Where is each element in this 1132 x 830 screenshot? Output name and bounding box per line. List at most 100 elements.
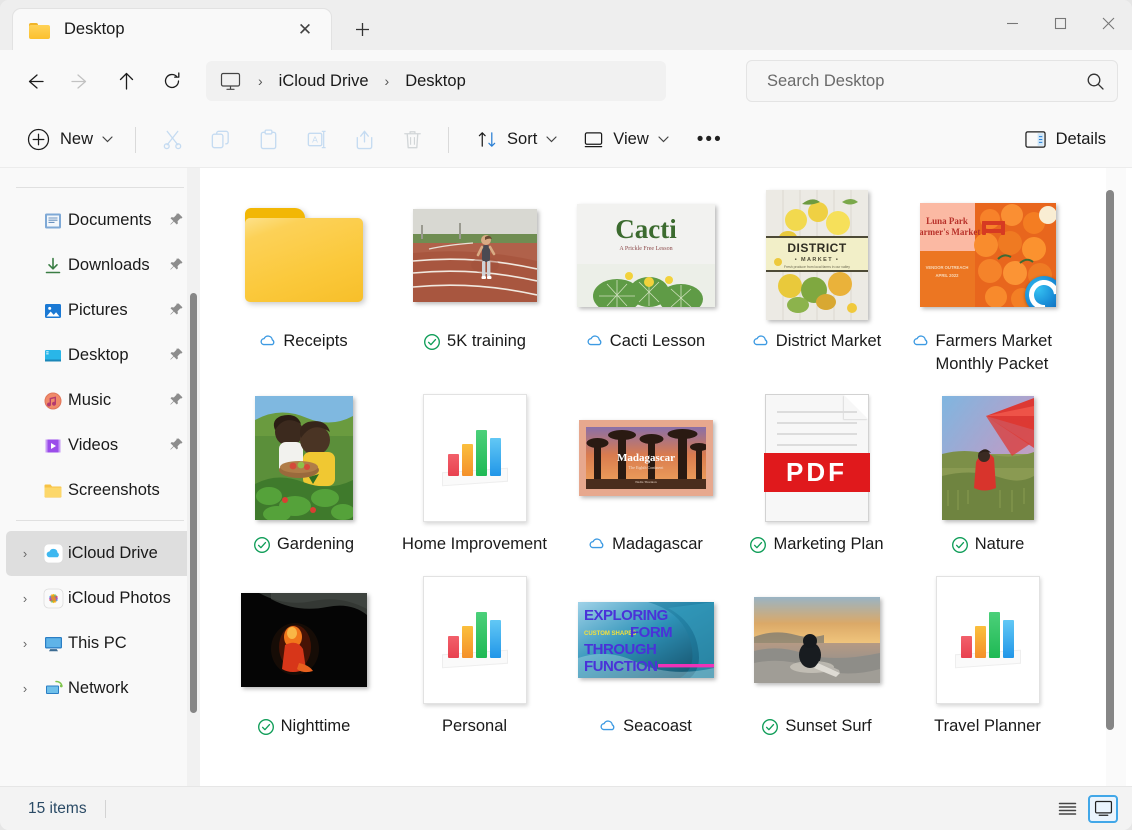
- file-label-row: Sunset Surf: [761, 715, 871, 741]
- view-button[interactable]: View: [573, 121, 678, 159]
- sidebar-item-network[interactable]: › Network: [6, 666, 194, 711]
- sidebar-item-videos[interactable]: Videos: [6, 423, 194, 468]
- sidebar-scrollbar-track[interactable]: [187, 168, 200, 786]
- pin-icon[interactable]: [169, 347, 188, 365]
- chevron-down-icon[interactable]: [658, 134, 669, 146]
- file-item[interactable]: Madagascar The Eighth Continent Nadia Th…: [560, 385, 731, 559]
- file-item[interactable]: Cacti A Prickle Free Lesson: [560, 182, 731, 377]
- pin-icon[interactable]: [169, 302, 188, 320]
- breadcrumb-item-icloud-drive[interactable]: iCloud Drive: [279, 72, 369, 91]
- nighttime-photo-thumbnail: [241, 593, 367, 687]
- up-button[interactable]: [106, 63, 146, 99]
- file-item[interactable]: Travel Planner: [902, 567, 1073, 741]
- file-label-row: Nature: [951, 533, 1025, 559]
- svg-text:Nadia Thornton: Nadia Thornton: [635, 480, 657, 484]
- chevron-right-icon[interactable]: ›: [12, 546, 38, 561]
- pin-icon[interactable]: [169, 257, 188, 275]
- list-view-button[interactable]: [1052, 795, 1082, 823]
- numbers-document-icon: [423, 576, 527, 704]
- file-name: Cacti Lesson: [610, 330, 705, 353]
- back-button[interactable]: [14, 63, 54, 99]
- content-scrollbar-thumb[interactable]: [1106, 190, 1114, 730]
- rename-button[interactable]: A: [292, 120, 340, 160]
- file-name: Gardening: [277, 533, 354, 556]
- sidebar-item-documents[interactable]: Documents: [6, 198, 194, 243]
- pin-icon[interactable]: [169, 392, 188, 410]
- svg-text:VENDOR OUTREACH: VENDOR OUTREACH: [925, 265, 968, 270]
- details-pane-button[interactable]: Details: [1014, 121, 1116, 159]
- chevron-down-icon[interactable]: [102, 134, 113, 146]
- minimize-button[interactable]: [988, 0, 1036, 46]
- delete-button[interactable]: [388, 120, 436, 160]
- new-button-label: New: [60, 130, 93, 149]
- search-icon[interactable]: [1086, 72, 1105, 91]
- icon-grid: Receipts: [218, 182, 1098, 749]
- file-list[interactable]: Receipts: [200, 168, 1132, 786]
- file-item[interactable]: 5K training: [389, 182, 560, 377]
- file-item[interactable]: Gardening: [218, 385, 389, 559]
- content-scrollbar-track[interactable]: [1106, 168, 1126, 786]
- sidebar-item-this-pc[interactable]: › This PC: [6, 621, 194, 666]
- sort-button[interactable]: Sort: [467, 121, 567, 159]
- file-item[interactable]: Sunset Surf: [731, 567, 902, 741]
- chevron-right-icon[interactable]: ›: [12, 681, 38, 696]
- search-input[interactable]: [767, 72, 1086, 91]
- file-item[interactable]: EXPLORING CUSTOM SHAPES FORM THROUGH FUN…: [560, 567, 731, 741]
- file-name: Travel Planner: [934, 715, 1041, 738]
- file-item[interactable]: Nighttime: [218, 567, 389, 741]
- file-item[interactable]: Personal: [389, 567, 560, 741]
- svg-text:APRIL 2022: APRIL 2022: [935, 273, 959, 278]
- thumbnail: [224, 190, 384, 320]
- maximize-button[interactable]: [1036, 0, 1084, 46]
- sidebar-item-desktop[interactable]: Desktop: [6, 333, 194, 378]
- new-button[interactable]: New: [16, 121, 123, 159]
- file-item[interactable]: Luna Park Farmer's Market VENDOR OUTREAC…: [902, 182, 1073, 377]
- documents-icon: [38, 211, 68, 231]
- tab-desktop[interactable]: Desktop ✕: [12, 8, 332, 50]
- thumbnail: Madagascar The Eighth Continent Nadia Th…: [566, 393, 726, 523]
- share-button[interactable]: [340, 120, 388, 160]
- file-name: Marketing Plan: [773, 533, 883, 556]
- chevron-down-icon[interactable]: [546, 134, 557, 146]
- breadcrumb[interactable]: › iCloud Drive › Desktop: [206, 61, 666, 101]
- file-item[interactable]: Receipts: [218, 182, 389, 377]
- thumbnail: EXPLORING CUSTOM SHAPES FORM THROUGH FUN…: [566, 575, 726, 705]
- copy-button[interactable]: [196, 120, 244, 160]
- forward-button[interactable]: [60, 63, 100, 99]
- this-pc-icon[interactable]: [220, 71, 242, 91]
- sidebar-item-screenshots[interactable]: Screenshots: [6, 468, 194, 513]
- this-pc-icon: [38, 634, 68, 654]
- synced-status-icon: [749, 536, 767, 559]
- pin-icon[interactable]: [169, 212, 188, 230]
- chevron-right-icon[interactable]: ›: [12, 636, 38, 651]
- close-button[interactable]: [1084, 0, 1132, 46]
- file-item[interactable]: PDF Marketing Plan: [731, 385, 902, 559]
- sidebar-scrollbar-thumb[interactable]: [190, 293, 197, 713]
- file-label-row: 5K training: [423, 330, 526, 356]
- search-box[interactable]: [746, 60, 1118, 102]
- track-runner-thumbnail: [413, 209, 537, 302]
- chevron-right-icon[interactable]: ›: [12, 591, 38, 606]
- sidebar-item-icloud-photos[interactable]: › iCloud Photos: [6, 576, 194, 621]
- sidebar-item-pictures[interactable]: Pictures: [6, 288, 194, 333]
- close-tab-icon[interactable]: ✕: [289, 14, 321, 46]
- pin-icon[interactable]: [169, 437, 188, 455]
- sidebar-item-icloud-drive[interactable]: › iCloud Drive: [6, 531, 194, 576]
- new-tab-button[interactable]: [346, 13, 378, 45]
- refresh-button[interactable]: [152, 63, 192, 99]
- sidebar-item-music[interactable]: Music: [6, 378, 194, 423]
- file-item[interactable]: DISTRICT • MARKET • Fresh produce from l…: [731, 182, 902, 377]
- more-options-button[interactable]: •••: [687, 121, 733, 159]
- folder-icon: [29, 21, 51, 39]
- chart-glyph: [955, 614, 1021, 666]
- breadcrumb-item-desktop[interactable]: Desktop: [405, 72, 466, 91]
- desktop-icon: [38, 346, 68, 366]
- file-item[interactable]: Nature: [902, 385, 1073, 559]
- file-item[interactable]: Home Improvement: [389, 385, 560, 559]
- paste-button[interactable]: [244, 120, 292, 160]
- title-bar: Desktop ✕: [0, 0, 1132, 50]
- sidebar-item-downloads[interactable]: Downloads: [6, 243, 194, 288]
- cut-button[interactable]: [148, 120, 196, 160]
- status-bar: 15 items: [0, 786, 1132, 830]
- large-icons-view-button[interactable]: [1088, 795, 1118, 823]
